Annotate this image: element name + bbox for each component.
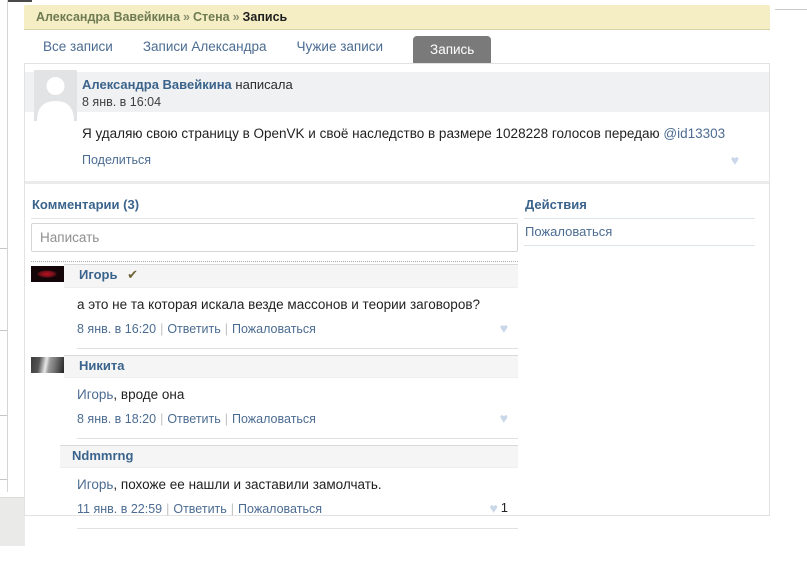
comment-meta-row: 8 янв. в 16:20|Ответить|Пожаловаться ♥ — [77, 322, 518, 349]
comment-likes[interactable]: ♥ — [500, 321, 508, 335]
tab-owner-posts[interactable]: Записи Александра — [143, 30, 267, 63]
comments-list: Игорь ✔ а это не та которая искала везде… — [31, 261, 518, 529]
comment-report-button[interactable]: Пожаловаться — [238, 502, 322, 516]
comment-text: Игорь, похоже ее нашли и заставили замол… — [77, 477, 518, 493]
window-edge-line-right — [775, 9, 807, 10]
like-count: 1 — [501, 500, 508, 515]
comments-section: Комментарии (3) Игорь ✔ а это не та кото… — [31, 194, 518, 529]
breadcrumb-separator: » — [230, 10, 243, 24]
comment-item: Ndmmrng Игорь, похоже ее нашли и застави… — [31, 445, 518, 529]
wall-post-page: Александра Вавейкина»Стена»Запись Все за… — [24, 5, 770, 516]
window-edge-tick — [0, 248, 7, 249]
comment-reply-button[interactable]: Ответить — [167, 322, 220, 336]
comment-author-strip: Никита — [64, 355, 518, 378]
comment-mention-link[interactable]: Игорь — [77, 387, 113, 402]
pipe-separator: | — [221, 412, 232, 426]
pipe-separator: | — [162, 502, 173, 516]
heart-icon: ♥ — [500, 410, 508, 426]
comment-text-body: , похоже ее нашли и заставили замолчать. — [113, 477, 381, 492]
breadcrumb-user-link[interactable]: Александра Вавейкина — [36, 10, 180, 24]
report-post-button[interactable]: Пожаловаться — [524, 219, 755, 246]
comment-item: Никита Игорь, вроде она 8 янв. в 18:20|О… — [31, 355, 518, 439]
window-edge-block — [0, 497, 25, 546]
wall-tabs: Все записи Записи Александра Чужие запис… — [24, 30, 770, 63]
comment-report-button[interactable]: Пожаловаться — [232, 322, 316, 336]
comment-mention-link[interactable]: Игорь — [77, 477, 113, 492]
comment-meta-row: 11 янв. в 22:59|Ответить|Пожаловаться ♥1 — [77, 502, 518, 529]
comment-author-link[interactable]: Никита — [79, 358, 124, 373]
comment-date-link[interactable]: 8 янв. в 16:20 — [77, 322, 156, 336]
pipe-separator: | — [227, 502, 238, 516]
comment-likes[interactable]: ♥1 — [489, 501, 508, 515]
window-edge-dash — [8, 0, 32, 2]
pipe-separator: | — [156, 412, 167, 426]
tab-single-post[interactable]: Запись — [413, 36, 491, 63]
breadcrumb: Александра Вавейкина»Стена»Запись — [24, 5, 770, 30]
window-edge-tick — [0, 330, 7, 331]
window-edge-tick — [0, 415, 7, 416]
comment-text: а это не та которая искала везде массоно… — [77, 297, 518, 313]
heart-icon: ♥ — [489, 500, 497, 516]
heart-icon: ♥ — [731, 152, 739, 168]
pipe-separator: | — [221, 322, 232, 336]
post-text: Я удаляю свою страницу в OpenVK и своё н… — [82, 125, 739, 142]
share-button[interactable]: Поделиться — [82, 153, 151, 167]
post-date: 8 янв. в 16:04 — [82, 95, 769, 109]
comment-text: Игорь, вроде она — [77, 387, 518, 403]
comment-text-body: , вроде она — [113, 387, 184, 402]
comment-date-link[interactable]: 11 янв. в 22:59 — [77, 502, 162, 516]
comment-author-strip: Ndmmrng — [60, 445, 518, 468]
breadcrumb-wall-link[interactable]: Стена — [193, 10, 230, 24]
comment-meta-row: 8 янв. в 18:20|Ответить|Пожаловаться ♥ — [77, 412, 518, 439]
post-author-avatar[interactable] — [34, 70, 77, 121]
window-edge-line — [7, 0, 8, 492]
post-action-label: написала — [235, 77, 292, 92]
post-actions-row: Поделиться ♥ — [82, 153, 739, 167]
wall-post: Александра Вавейкина написала 8 янв. в 1… — [25, 64, 769, 167]
window-edge-tick — [0, 479, 7, 480]
tab-all-posts[interactable]: Все записи — [43, 30, 113, 63]
pipe-separator: | — [156, 322, 167, 336]
actions-sidebar: Действия Пожаловаться — [524, 194, 769, 246]
comments-heading: Комментарии (3) — [31, 194, 518, 219]
post-text-body: Я удаляю свою страницу в OpenVK и своё н… — [82, 126, 660, 141]
breadcrumb-separator: » — [180, 10, 193, 24]
heart-icon: ♥ — [500, 320, 508, 336]
actions-heading: Действия — [524, 194, 755, 219]
comment-date-link[interactable]: 8 янв. в 18:20 — [77, 412, 156, 426]
comment-item: Игорь ✔ а это не та которая искала везде… — [31, 264, 518, 349]
post-author-link[interactable]: Александра Вавейкина — [82, 77, 232, 92]
breadcrumb-current: Запись — [243, 10, 288, 24]
comment-input[interactable] — [31, 223, 518, 252]
post-mention-link[interactable]: @id13303 — [663, 126, 725, 141]
comment-report-button[interactable]: Пожаловаться — [232, 412, 316, 426]
post-likes[interactable]: ♥ — [731, 153, 739, 167]
comment-likes[interactable]: ♥ — [500, 411, 508, 425]
comment-reply-button[interactable]: Ответить — [167, 412, 220, 426]
verified-check-icon: ✔ — [127, 267, 138, 282]
post-panel: Александра Вавейкина написала 8 янв. в 1… — [24, 63, 770, 516]
comment-reply-button[interactable]: Ответить — [173, 502, 226, 516]
tab-others-posts[interactable]: Чужие записи — [296, 30, 383, 63]
comment-author-link[interactable]: Игорь — [79, 267, 117, 282]
comment-author-avatar[interactable] — [31, 266, 64, 282]
comment-author-avatar[interactable] — [31, 357, 64, 373]
post-header: Александра Вавейкина написала 8 янв. в 1… — [25, 72, 769, 112]
comment-author-link[interactable]: Ndmmrng — [72, 448, 133, 463]
default-avatar-icon — [34, 70, 77, 121]
comment-author-strip: Игорь ✔ — [64, 264, 518, 288]
